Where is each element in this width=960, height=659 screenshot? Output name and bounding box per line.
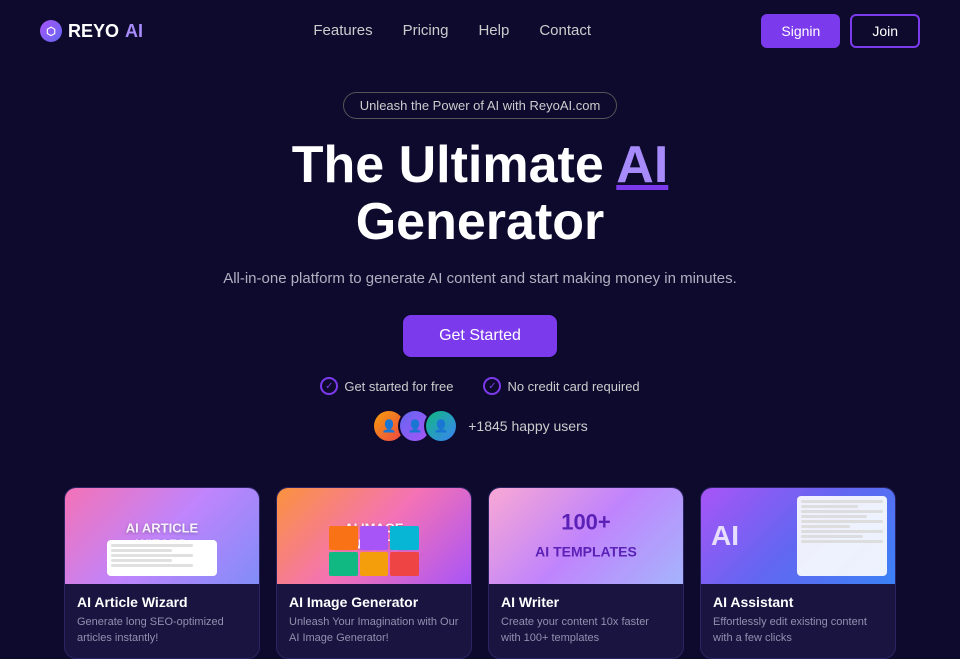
- nav-pricing[interactable]: Pricing: [403, 22, 449, 39]
- assistant-icon: AI: [711, 520, 739, 552]
- nav-features[interactable]: Features: [313, 22, 372, 39]
- card-assistant-title: AI Assistant: [713, 594, 883, 610]
- card-assistant-screen: [797, 496, 887, 576]
- hero-title-part2: Generator: [356, 193, 605, 251]
- card-article-desc: Generate long SEO-optimized articles ins…: [77, 615, 247, 646]
- card-article-thumb: AI ARTICLEWIZARD: [65, 488, 259, 584]
- trust-free-label: Get started for free: [344, 379, 453, 394]
- hero-title: The Ultimate AI Generator: [20, 137, 940, 251]
- happy-users: 👤 👤 👤 +1845 happy users: [20, 409, 940, 443]
- happy-count: +1845 happy users: [468, 418, 587, 434]
- card-writer-thumb-title: 100+AI TEMPLATES: [535, 510, 637, 563]
- card-image-desc: Unleash Your Imagination with Our AI Ima…: [289, 615, 459, 646]
- card-article-wizard[interactable]: AI ARTICLEWIZARD AI Article Wizard Gener…: [64, 487, 260, 659]
- hero-subtitle: All-in-one platform to generate AI conte…: [20, 267, 940, 291]
- card-ai-assistant[interactable]: AI AI Assistant Effortlessly edit existi…: [700, 487, 896, 659]
- card-writer-body: AI Writer Create your content 10x faster…: [489, 584, 683, 658]
- check-icon-2: ✓: [483, 377, 501, 395]
- nav-links: Features Pricing Help Contact: [313, 22, 591, 40]
- nav-buttons: Signin Join: [761, 14, 920, 48]
- trust-badges: ✓ Get started for free ✓ No credit card …: [20, 377, 940, 395]
- hero-title-ai: AI: [616, 136, 668, 194]
- screen-line: [111, 564, 193, 567]
- card-writer-title: AI Writer: [501, 594, 671, 610]
- card-image-body: AI Image Generator Unleash Your Imaginat…: [277, 584, 471, 658]
- card-article-screen: [107, 540, 217, 576]
- screen-line: [111, 554, 193, 557]
- screen-line: [111, 559, 172, 562]
- img-cell: [390, 552, 419, 576]
- img-cell: [329, 526, 358, 550]
- trust-no-card: ✓ No credit card required: [483, 377, 639, 395]
- trust-no-card-label: No credit card required: [507, 379, 639, 394]
- trust-free: ✓ Get started for free: [320, 377, 453, 395]
- card-image-title: AI Image Generator: [289, 594, 459, 610]
- img-cell: [360, 526, 389, 550]
- card-writer-desc: Create your content 10x faster with 100+…: [501, 615, 671, 646]
- check-icon-1: ✓: [320, 377, 338, 395]
- get-started-button[interactable]: Get Started: [403, 315, 557, 357]
- card-assistant-thumb: AI: [701, 488, 895, 584]
- logo-icon: ⬡: [40, 20, 62, 42]
- card-writer-thumb: 100+AI TEMPLATES: [489, 488, 683, 584]
- nav-contact[interactable]: Contact: [539, 22, 591, 39]
- logo-text-ai: AI: [125, 21, 143, 42]
- navbar: ⬡ REYO AI Features Pricing Help Contact S…: [0, 0, 960, 62]
- avatar-3: 👤: [424, 409, 458, 443]
- signin-button[interactable]: Signin: [761, 14, 840, 48]
- card-image-generator[interactable]: AI IMAGEGENERATOR AI Image Generator Unl…: [276, 487, 472, 659]
- card-assistant-body: AI Assistant Effortlessly edit existing …: [701, 584, 895, 658]
- screen-line: [111, 549, 172, 552]
- logo-text-reyo: REYO: [68, 21, 119, 42]
- card-article-body: AI Article Wizard Generate long SEO-opti…: [65, 584, 259, 658]
- screen-line: [111, 544, 193, 547]
- cards-section: AI ARTICLEWIZARD AI Article Wizard Gener…: [0, 487, 960, 659]
- logo[interactable]: ⬡ REYO AI: [40, 20, 143, 42]
- img-cell: [329, 552, 358, 576]
- join-button[interactable]: Join: [850, 14, 920, 48]
- img-cell: [360, 552, 389, 576]
- card-article-title: AI Article Wizard: [77, 594, 247, 610]
- avatars: 👤 👤 👤: [372, 409, 458, 443]
- img-cell: [390, 526, 419, 550]
- hero-section: Unleash the Power of AI with ReyoAI.com …: [0, 62, 960, 487]
- hero-title-part1: The Ultimate: [292, 136, 617, 194]
- card-ai-writer[interactable]: 100+AI TEMPLATES AI Writer Create your c…: [488, 487, 684, 659]
- hero-badge: Unleash the Power of AI with ReyoAI.com: [343, 92, 618, 119]
- card-image-grid: [329, 526, 419, 576]
- card-assistant-desc: Effortlessly edit existing content with …: [713, 615, 883, 646]
- card-image-thumb: AI IMAGEGENERATOR: [277, 488, 471, 584]
- nav-help[interactable]: Help: [478, 22, 509, 39]
